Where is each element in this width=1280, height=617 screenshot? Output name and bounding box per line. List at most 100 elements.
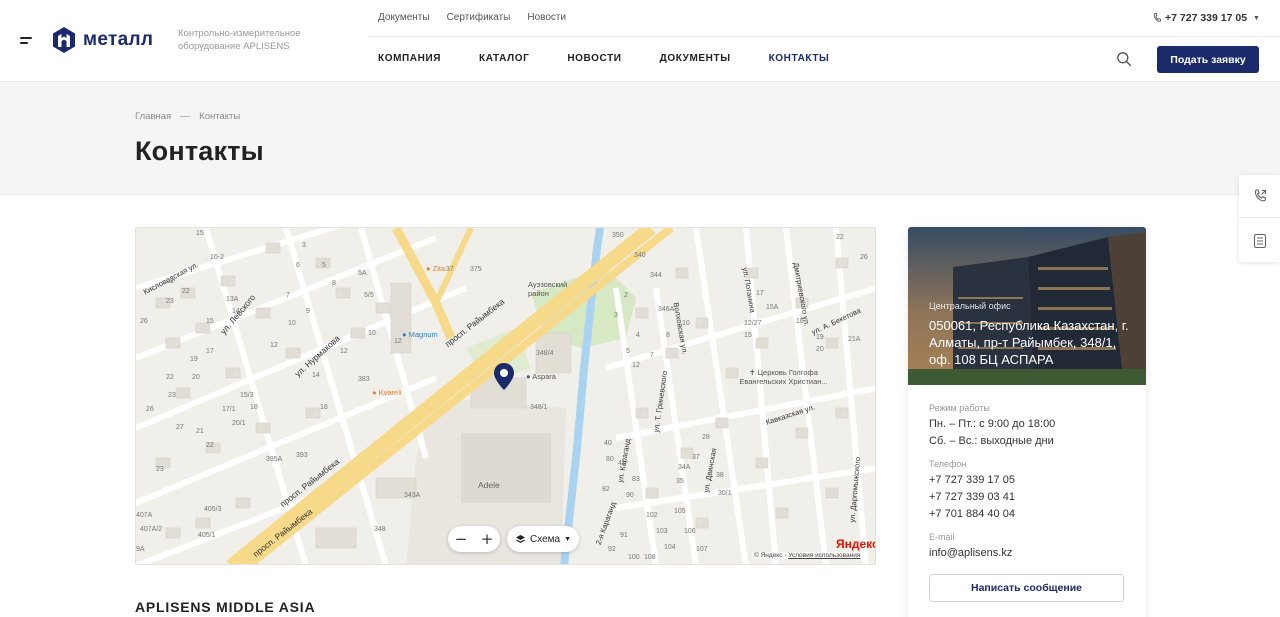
nav-contacts[interactable]: КОНТАКТЫ [769, 53, 830, 64]
map-poi-icon: ● [402, 330, 407, 339]
header-divider [368, 36, 1280, 37]
map-house-number: 108 [644, 554, 656, 561]
phone-link[interactable]: +7 727 339 03 41 [929, 489, 1129, 506]
nav-documents[interactable]: ДОКУМЕНТЫ [660, 53, 731, 64]
yandex-map[interactable]: просп. Райымбека просп. Райымбека просп.… [135, 227, 876, 565]
map-house-number: 26 [860, 254, 868, 261]
phone-link[interactable]: +7 727 339 17 05 [929, 472, 1129, 489]
document-widget[interactable] [1239, 219, 1280, 262]
breadcrumb-current: Контакты [199, 111, 241, 122]
callback-widget[interactable] [1239, 175, 1280, 218]
map-poi-icon: ● [426, 264, 431, 273]
map-house-number: 4 [636, 332, 640, 339]
write-message-button[interactable]: Написать сообщение [929, 574, 1124, 602]
office-address: 050061, Республика Казахстан, г. Алматы,… [929, 318, 1129, 367]
email-group: E-mail info@aplisens.kz [929, 532, 1129, 562]
map-house-number: 344 [650, 272, 662, 279]
map-house-number: 346A [658, 306, 675, 313]
section-title: APLISENS MIDDLE ASIA [135, 599, 316, 615]
logo[interactable]: металл [52, 26, 153, 54]
map-house-number: 19 [190, 356, 198, 363]
map-house-number: 22 [166, 374, 174, 381]
map-terms-link[interactable]: Условия использования [788, 552, 860, 559]
map-poi-church[interactable]: ✝ Церковь Голгофа Евангельских Христиан.… [736, 368, 831, 386]
map-poi-aspara[interactable]: ● Aspara [526, 372, 556, 381]
map-house-number: 5 [322, 262, 326, 269]
map-house-number: 407A [136, 512, 153, 519]
map-house-number: 407A/2 [140, 526, 163, 533]
map-house-number: 18 [320, 404, 328, 411]
map-house-number: 26 [146, 406, 154, 413]
map-house-number: 30/1 [718, 490, 732, 497]
top-link-news[interactable]: Новости [527, 12, 566, 23]
nav-news[interactable]: НОВОСТИ [567, 53, 621, 64]
zoom-in-button[interactable]: + [474, 526, 500, 552]
nav-catalog[interactable]: КАТАЛОГ [479, 53, 529, 64]
map-house-number: 16 [796, 318, 804, 325]
nav-company[interactable]: КОМПАНИЯ [378, 53, 441, 64]
document-icon [1253, 233, 1266, 248]
map-house-number: 343A [404, 492, 421, 499]
map-poi-kvareli[interactable]: ● Kvareli [372, 388, 402, 397]
top-nav: Документы Сертификаты Новости [378, 12, 566, 23]
map-copyright-text: © Яндекс [754, 552, 783, 559]
map-house-number: 348/4 [536, 350, 554, 357]
submit-request-button[interactable]: Подать заявку [1157, 46, 1259, 73]
top-link-documents[interactable]: Документы [378, 12, 430, 23]
map-poi-zita[interactable]: ● Zita [426, 264, 445, 273]
map-house-number: 21A [848, 336, 861, 343]
map-house-number: 2 [624, 292, 628, 299]
map-house-number: 405/1 [198, 532, 216, 539]
map-house-number: 40 [604, 440, 612, 447]
map-house-number: 80 [606, 456, 614, 463]
logo-wordmark: металл [83, 29, 154, 50]
map-house-number: 12 [394, 338, 402, 345]
yandex-logo[interactable]: Яндекс [836, 537, 875, 551]
map-house-number: 375 [470, 266, 482, 273]
breadcrumb-home[interactable]: Главная [135, 111, 171, 122]
map-house-number: 9 [306, 308, 310, 315]
map-house-number: 12 [340, 348, 348, 355]
phone-link[interactable]: +7 701 884 40 04 [929, 506, 1129, 523]
search-icon[interactable] [1116, 51, 1132, 67]
top-link-certificates[interactable]: Сертификаты [447, 12, 511, 23]
office-label: Центральный офис [929, 301, 1011, 311]
office-card: Центральный офис 050061, Республика Каза… [908, 227, 1146, 617]
map-house-number: 3 [614, 312, 618, 319]
map-house-number: 12 [632, 362, 640, 369]
map-house-number: 105 [674, 508, 686, 515]
map-house-number: 5A [358, 270, 367, 277]
map-house-number: 8 [332, 280, 336, 287]
map-house-number: 92 [608, 546, 616, 553]
map-poi-label: Magnum [408, 330, 438, 339]
menu-icon[interactable] [20, 36, 34, 46]
header-phone[interactable]: +7 727 339 17 05 ▼ [1153, 12, 1260, 24]
map-house-number: 405/3 [204, 506, 222, 513]
map-layer-selector[interactable]: Схема ▼ [507, 526, 579, 552]
map-house-number: 393 [296, 452, 308, 459]
map-house-number: 21 [196, 428, 204, 435]
map-poi-magnum[interactable]: ● Magnum [402, 330, 438, 339]
map-house-number: 13 [166, 278, 174, 285]
map-poi-icon: ● [526, 372, 531, 381]
map-house-number: 5/5 [364, 292, 374, 299]
map-house-number: 340 [634, 252, 646, 259]
map-house-number: 103 [656, 528, 668, 535]
map-house-number: 17 [206, 348, 214, 355]
map-house-number: 395A [266, 456, 283, 463]
map-house-number: 10 [682, 320, 690, 327]
map-house-number: 17/1 [222, 406, 236, 413]
map-house-number: 15 [206, 318, 214, 325]
map-poi-label: Aspara [532, 372, 556, 381]
map-house-number: 27 [176, 424, 184, 431]
zoom-out-button[interactable]: − [448, 526, 474, 552]
map-house-number: 9A [136, 546, 145, 553]
chevron-down-icon[interactable]: ▼ [1253, 15, 1260, 22]
email-link[interactable]: info@aplisens.kz [929, 545, 1129, 562]
map-house-number: 17 [756, 290, 764, 297]
map-house-number: 7 [286, 292, 290, 299]
map-house-number: 13A [226, 296, 239, 303]
logo-mark-icon [53, 27, 75, 53]
email-label: E-mail [929, 532, 955, 542]
map-poi-adele[interactable]: Adele [478, 480, 500, 490]
